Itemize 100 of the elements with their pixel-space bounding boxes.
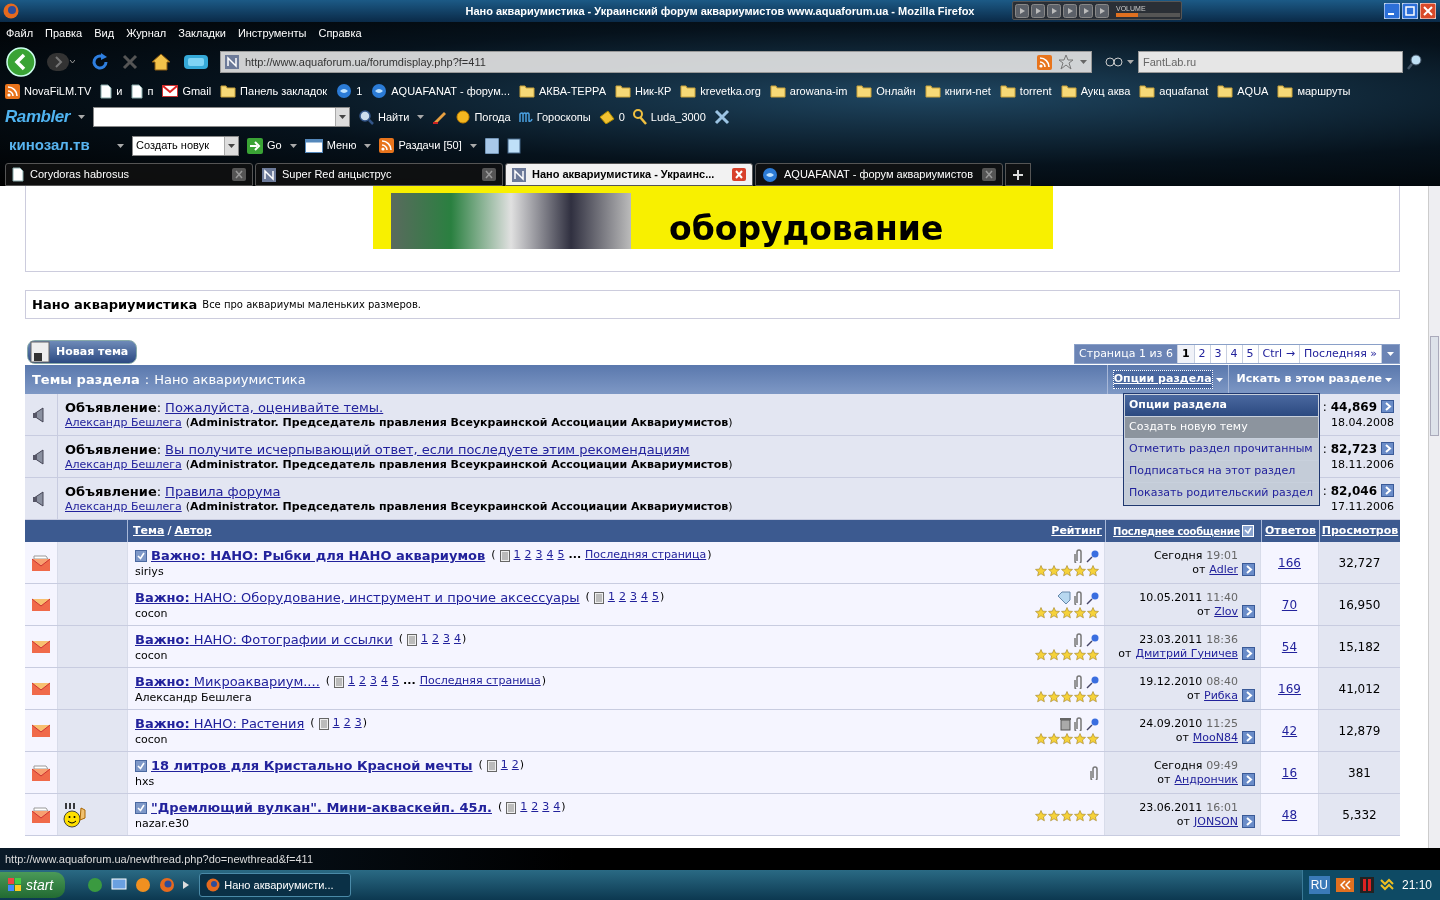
page-link[interactable]: 2	[618, 589, 626, 606]
bookmark-item[interactable]: AQUA	[1237, 82, 1269, 100]
bookmark-item[interactable]: 1	[356, 82, 363, 100]
page-link[interactable]: 3	[370, 673, 378, 690]
replies-link[interactable]: 169	[1278, 679, 1301, 698]
search-field[interactable]: FantLab.ru	[1138, 51, 1403, 73]
tab[interactable]: Нано аквариумистика - Украинс...	[505, 163, 753, 186]
replies-link[interactable]: 16	[1281, 763, 1298, 782]
author-link[interactable]: Александр Бешлега	[65, 456, 182, 472]
page-link[interactable]: 2	[359, 673, 367, 690]
go-to-post-icon[interactable]	[1242, 731, 1255, 744]
close-icon[interactable]	[1420, 3, 1436, 19]
page-link[interactable]: 1	[332, 715, 340, 732]
thread-title-link[interactable]: Важно: НАНО: Рыбки для НАНО аквариумов	[151, 545, 486, 566]
bookmark-item[interactable]: arowana-im	[789, 82, 848, 100]
player-button-icon[interactable]	[1015, 3, 1029, 18]
scrollbar-thumb[interactable]	[1430, 336, 1439, 436]
bookmark-item[interactable]: п	[147, 82, 154, 100]
maximize-icon[interactable]	[1402, 3, 1418, 19]
column-sort-link[interactable]: Последнее сообщение	[1113, 523, 1240, 539]
replies-link[interactable]: 166	[1278, 553, 1301, 572]
page-link[interactable]: 3	[535, 547, 543, 564]
announcement-link[interactable]: Вы получите исчерпывающий ответ, если последуете этим рекомендациям	[165, 441, 690, 457]
bookmark-item[interactable]: Онлайн	[876, 82, 916, 100]
last-page-link[interactable]: Последняя страница	[419, 673, 541, 690]
go-to-post-icon[interactable]	[1242, 605, 1255, 618]
menu-item[interactable]: Файл	[6, 25, 34, 42]
calculator-icon[interactable]	[484, 137, 499, 154]
replies-link[interactable]: 42	[1281, 721, 1298, 740]
tab[interactable]: AQUAFANAT - форум аквариумистов	[755, 163, 1003, 186]
first-unread-icon[interactable]	[135, 759, 147, 772]
thread-title-link[interactable]: 18 литров для Кристально Красной мечты	[151, 755, 473, 776]
dropdown-item[interactable]: Показать родительский раздел	[1125, 483, 1318, 504]
user-link[interactable]: Андрончик	[1174, 772, 1238, 787]
player-button-icon[interactable]	[1079, 3, 1093, 18]
start-button[interactable]: start	[0, 872, 66, 898]
page-link[interactable]: 1	[520, 799, 528, 816]
bookmark-item[interactable]: aquafanat	[1159, 82, 1209, 100]
menu-item[interactable]: Справка	[318, 25, 362, 42]
announcement-link[interactable]: Правила форума	[165, 483, 281, 499]
page-link[interactable]: 2	[511, 757, 519, 774]
menu-item[interactable]: Журнал	[126, 25, 167, 42]
back-icon[interactable]	[5, 47, 39, 77]
user-link[interactable]: MooN84	[1192, 730, 1238, 745]
tools-icon[interactable]	[713, 109, 730, 125]
sort-icon[interactable]	[1241, 525, 1254, 537]
stop-icon[interactable]	[121, 53, 139, 71]
chevron-icon[interactable]	[183, 881, 190, 889]
go-to-post-icon[interactable]	[1242, 773, 1255, 786]
bookmark-item[interactable]: Ник-КР	[635, 82, 672, 100]
reload-icon[interactable]	[91, 53, 109, 71]
page-menu-button[interactable]	[1381, 345, 1399, 363]
search-icon[interactable]	[1407, 54, 1423, 70]
tab[interactable]: Super Red анцыструс	[255, 163, 503, 186]
menu-item[interactable]: Инструменты	[237, 25, 307, 42]
firefox-icon[interactable]	[159, 877, 176, 893]
menu-item[interactable]: Правка	[45, 25, 83, 42]
dropdown-item[interactable]: Подписаться на этот раздел	[1125, 461, 1318, 482]
tab[interactable]: Corydoras habrosus	[5, 163, 253, 186]
horoscope-link[interactable]: Гороскопы	[536, 108, 591, 126]
notes-icon[interactable]	[506, 137, 523, 154]
bookmark-item[interactable]: krevetka.org	[700, 82, 761, 100]
column-sort-link[interactable]: Рейтинг	[1051, 522, 1105, 540]
mail-count[interactable]: 0	[618, 108, 625, 126]
user-link[interactable]: Рибка	[1204, 688, 1238, 703]
menu-item[interactable]: Вид	[94, 25, 115, 42]
first-unread-icon[interactable]	[135, 549, 147, 562]
bookmark-item[interactable]: маршруты	[1297, 82, 1351, 100]
page-link[interactable]: 5	[392, 673, 400, 690]
go-to-post-icon[interactable]	[1242, 815, 1255, 828]
replies-link[interactable]: 70	[1281, 595, 1298, 614]
page-link[interactable]: 3	[442, 631, 450, 648]
minimize-icon[interactable]	[1384, 3, 1400, 19]
page-link[interactable]: 3	[629, 589, 637, 606]
go-to-post-icon[interactable]	[1381, 442, 1394, 455]
column-sort-link[interactable]: Автор	[174, 522, 212, 540]
first-unread-icon[interactable]	[135, 801, 147, 814]
page-link[interactable]: 4	[640, 589, 648, 606]
go-button[interactable]: Go	[267, 137, 282, 154]
taskbar-button[interactable]: Нано аквариумисти...	[199, 873, 352, 897]
feeds-button[interactable]: Раздачи [50]	[398, 137, 462, 154]
dropdown-item[interactable]: Отметить раздел прочитанным	[1125, 439, 1318, 460]
page-link[interactable]: 2	[343, 715, 351, 732]
close-tab-icon[interactable]	[982, 168, 996, 181]
page-link[interactable]: 3	[542, 799, 550, 816]
bookmark-item[interactable]: Панель закладок	[240, 82, 328, 100]
search-button[interactable]: Найти	[378, 108, 410, 126]
page-link[interactable]: 2	[531, 799, 539, 816]
bookmark-item[interactable]: и	[116, 82, 123, 100]
scrollbar[interactable]	[1428, 186, 1440, 848]
player-button-icon[interactable]	[1047, 3, 1061, 18]
pen-icon[interactable]	[432, 110, 449, 124]
page-link[interactable]: 1	[513, 547, 521, 564]
player-button-icon[interactable]	[1095, 3, 1109, 18]
go-to-post-icon[interactable]	[1242, 563, 1255, 576]
bookmark-item[interactable]: АКВА-ТЕРРА	[538, 82, 606, 100]
go-to-post-icon[interactable]	[1381, 484, 1394, 497]
bookmark-star-icon[interactable]	[1058, 54, 1074, 70]
thread-title-link[interactable]: "Дремлющий вулкан". Мини-акваскейп. 45л.	[151, 797, 492, 818]
user-link[interactable]: Adler	[1209, 562, 1238, 577]
